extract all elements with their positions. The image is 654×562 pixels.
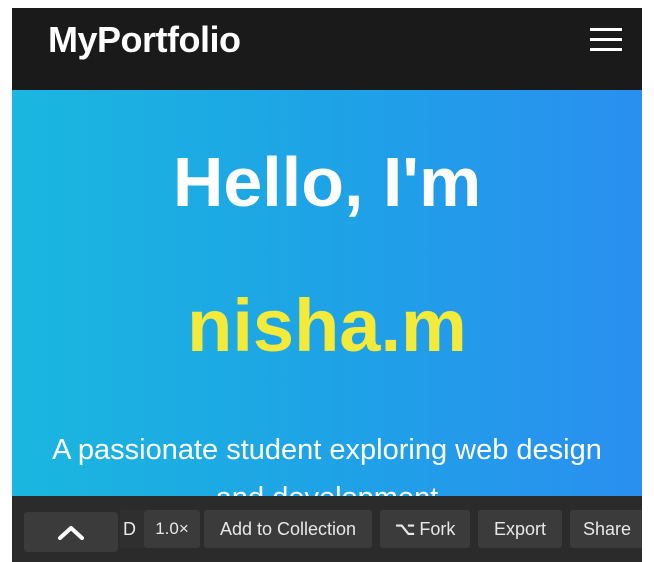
hero-greeting: Hello, I'm: [172, 143, 482, 221]
editor-toolbar: D 1.0× Add to Collection ⌥ Fork Export Sh…: [12, 496, 642, 562]
hero-tagline-line1: A passionate student exploring web desig…: [52, 434, 602, 466]
export-button[interactable]: Export: [478, 510, 562, 548]
brand-logo[interactable]: MyPortfolio: [48, 20, 241, 60]
chevron-up-icon: [58, 526, 84, 540]
fork-label: Fork: [419, 519, 456, 539]
fork-button[interactable]: ⌥ Fork: [380, 510, 470, 548]
fork-icon: ⌥: [394, 519, 416, 539]
hero-tagline: A passionate student exploring web desig…: [12, 426, 642, 496]
zoom-button[interactable]: 1.0×: [144, 510, 200, 548]
add-to-collection-button[interactable]: Add to Collection: [204, 510, 372, 548]
hero-name: nisha.m: [187, 284, 467, 367]
hamburger-menu-icon[interactable]: [588, 24, 624, 56]
hero-section: Hello, I'm nisha.m A passionate student …: [12, 90, 642, 496]
truncated-button[interactable]: D: [120, 510, 145, 548]
collapse-button[interactable]: [24, 512, 118, 552]
hero-tagline-line2: and development: [12, 474, 642, 496]
preview-frame: MyPortfolio Hello, I'm nisha.m A passion…: [12, 8, 642, 562]
top-navbar: MyPortfolio: [12, 8, 642, 90]
share-button[interactable]: Share: [570, 510, 642, 548]
